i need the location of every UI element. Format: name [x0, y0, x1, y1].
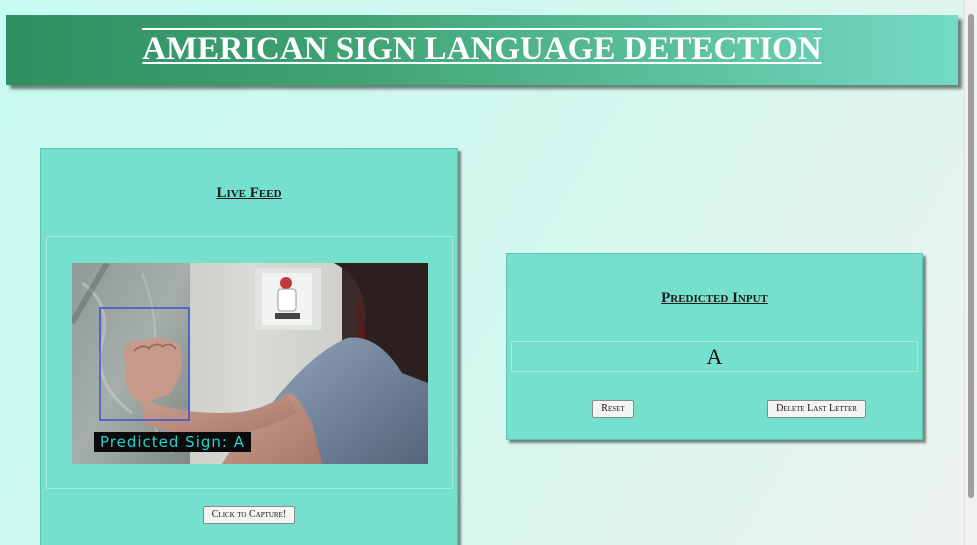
predicted-input-title: Predicted Input	[661, 290, 768, 306]
delete-last-letter-button[interactable]: Delete Last Letter	[767, 400, 866, 418]
live-feed-title: Live Feed	[216, 185, 282, 201]
predicted-input-panel: Predicted Input A Reset Delete Last Lett…	[506, 253, 923, 440]
video-frame: Predicted Sign: A	[46, 236, 453, 489]
predicted-text-output: A	[511, 341, 918, 372]
page-title: AMERICAN SIGN LANGUAGE DETECTION	[142, 28, 822, 68]
scrollbar-thumb[interactable]	[968, 14, 974, 498]
webcam-video: Predicted Sign: A	[72, 263, 428, 464]
capture-button[interactable]: Click to Capture!	[203, 506, 295, 524]
reset-button[interactable]: Reset	[592, 400, 634, 418]
page-header: AMERICAN SIGN LANGUAGE DETECTION	[6, 15, 958, 85]
live-feed-panel: Live Feed Predicted Sign: A Click to Cap…	[40, 148, 458, 545]
predicted-sign-overlay: Predicted Sign: A	[94, 432, 251, 452]
vertical-scrollbar[interactable]	[964, 0, 977, 545]
